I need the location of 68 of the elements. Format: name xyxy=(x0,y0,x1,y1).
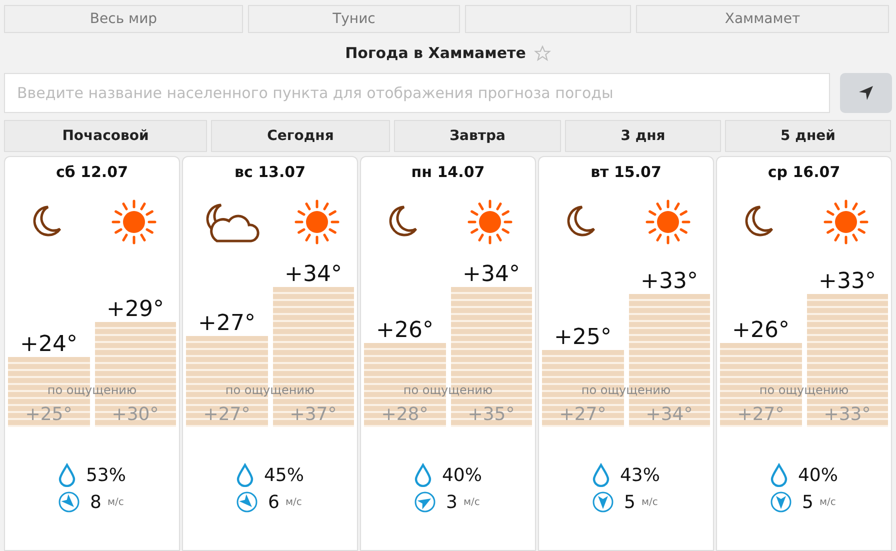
feels-like-temperature: +28° xyxy=(381,404,428,427)
feels-like-temperature: +25° xyxy=(25,404,72,427)
day-date: вс 13.07 xyxy=(234,163,306,183)
wind-speed: 5 xyxy=(802,492,814,512)
drop-icon xyxy=(58,463,76,487)
temperature: +33° xyxy=(640,269,698,294)
feels-like-temperature: +27° xyxy=(559,404,606,427)
drop-icon xyxy=(770,463,788,487)
wind-unit: м/с xyxy=(819,496,836,508)
feels-like-temperature: +37° xyxy=(290,404,337,427)
feels-like-temperature: +34° xyxy=(646,404,693,427)
humidity-value: 40% xyxy=(798,464,838,486)
star-icon[interactable] xyxy=(534,44,551,62)
day-date: сб 12.07 xyxy=(56,163,128,183)
search-field[interactable]: Введите название населенного пункта для отображения прогноза погоды xyxy=(4,73,830,113)
day-date: ср 16.07 xyxy=(768,163,840,183)
location-button[interactable] xyxy=(840,73,892,113)
temperature: +34° xyxy=(284,262,342,287)
temperature: +26° xyxy=(376,318,434,343)
temperature: +34° xyxy=(462,262,520,287)
wind-unit: м/с xyxy=(285,496,302,508)
temperature: +26° xyxy=(732,318,790,343)
humidity-value: 43% xyxy=(620,464,660,486)
breadcrumb-link[interactable]: Хаммамет xyxy=(636,5,889,33)
wind-direction-icon xyxy=(770,491,792,513)
wind-direction-icon xyxy=(58,491,80,513)
humidity-value: 45% xyxy=(264,464,304,486)
wind-unit: м/с xyxy=(463,496,480,508)
breadcrumb-link[interactable]: Весь мир xyxy=(4,5,243,33)
period-tab[interactable]: 5 дней xyxy=(725,120,891,152)
humidity-value: 53% xyxy=(86,464,126,486)
temperature: +27° xyxy=(198,311,256,336)
temperature: +24° xyxy=(20,332,78,357)
temperature: +33° xyxy=(818,269,876,294)
wind-unit: м/с xyxy=(641,496,658,508)
sun-icon xyxy=(293,198,341,246)
sun-icon xyxy=(822,198,870,246)
wind-speed: 6 xyxy=(268,492,280,512)
drop-icon xyxy=(592,463,610,487)
location-arrow-icon xyxy=(858,85,874,101)
temperature: +25° xyxy=(554,325,612,350)
wind-speed: 5 xyxy=(624,492,636,512)
sun-icon xyxy=(110,198,158,246)
wind-unit: м/с xyxy=(107,496,124,508)
sun-icon xyxy=(644,198,692,246)
wind-direction-icon xyxy=(414,491,436,513)
period-tab[interactable]: 3 дня xyxy=(565,120,721,152)
feels-like-temperature: +35° xyxy=(468,404,515,427)
period-tab[interactable]: Почасовой xyxy=(4,120,207,152)
feels-like-temperature: +27° xyxy=(203,404,250,427)
drop-icon xyxy=(236,463,254,487)
day-date: вт 15.07 xyxy=(590,163,662,183)
period-tab[interactable]: Завтра xyxy=(394,120,561,152)
wind-speed: 8 xyxy=(90,492,102,512)
day-date: пн 14.07 xyxy=(411,163,485,183)
wind-speed: 3 xyxy=(446,492,458,512)
breadcrumb-link[interactable]: Тунис xyxy=(248,5,460,33)
feels-like-temperature: +27° xyxy=(737,404,784,427)
wind-direction-icon xyxy=(236,491,258,513)
feels-like-temperature: +33° xyxy=(824,404,871,427)
period-tab[interactable]: Сегодня xyxy=(211,120,390,152)
sun-icon xyxy=(466,198,514,246)
feels-like-temperature: +30° xyxy=(112,404,159,427)
temperature: +29° xyxy=(106,297,164,322)
humidity-value: 40% xyxy=(442,464,482,486)
drop-icon xyxy=(414,463,432,487)
page-title: Погода в Хаммамете xyxy=(345,44,526,62)
wind-direction-icon xyxy=(592,491,614,513)
